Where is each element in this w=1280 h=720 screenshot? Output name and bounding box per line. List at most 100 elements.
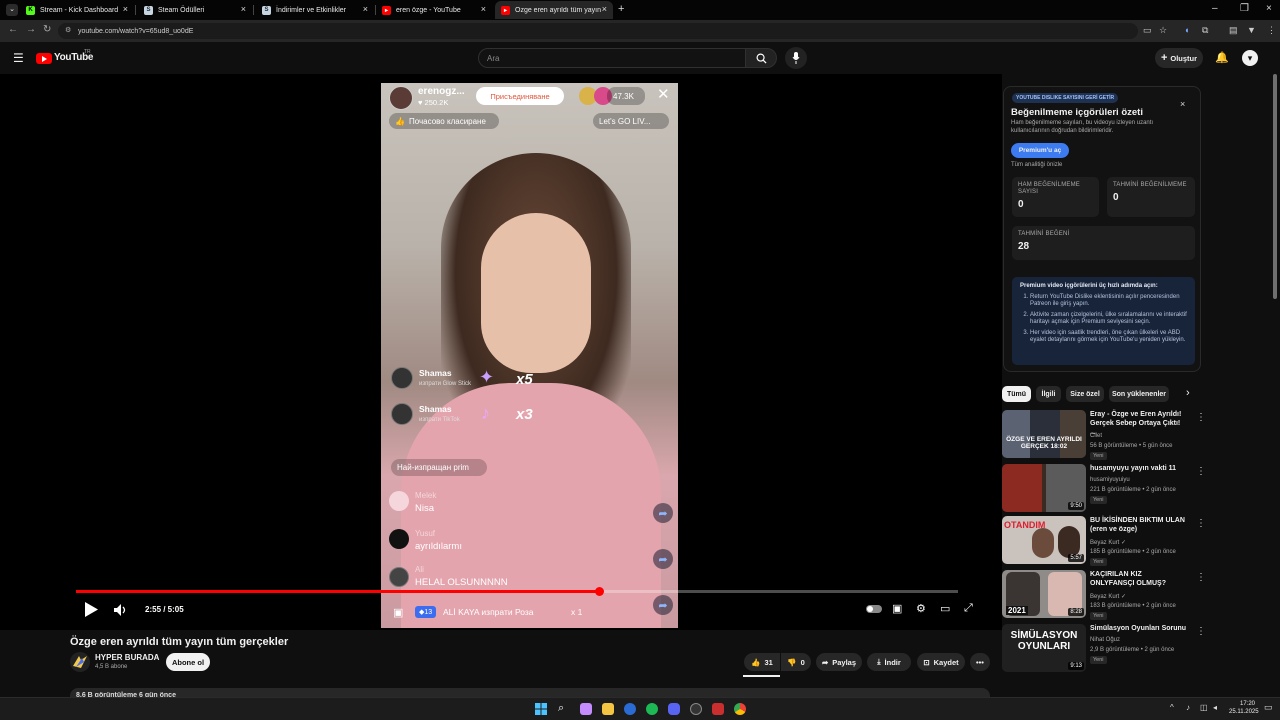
back-icon[interactable]: ← (8, 24, 18, 35)
chrome-icon[interactable] (734, 703, 746, 715)
close-icon[interactable]: × (602, 4, 607, 14)
subscribe-button[interactable]: Abone ol (166, 653, 210, 671)
close-icon[interactable]: × (363, 4, 368, 14)
new-tab-icon[interactable]: + (618, 3, 624, 15)
browser-menu-icon[interactable]: ⋮ (1267, 25, 1276, 36)
spotify-icon[interactable] (646, 703, 658, 715)
recommendation-title[interactable]: Eray - Özge ve Eren Ayrıldı! Gerçek Sebe… (1090, 410, 1188, 437)
fullscreen-icon[interactable]: ⤢ (964, 602, 973, 615)
more-vertical-icon[interactable]: ⋮ (1196, 626, 1206, 637)
play-icon[interactable] (84, 602, 98, 617)
tray-chevron-icon[interactable]: ^ (1170, 703, 1174, 712)
theater-mode-icon[interactable]: ▭ (940, 602, 950, 615)
recommendation-item[interactable]: OTANDIM 5:57 BU İKİSİNDEN BIKTIM ULAN (e… (1002, 516, 1206, 566)
url-field[interactable]: ⚙ youtube.com/watch?v=65ud8_uo0dE (58, 23, 1138, 39)
tab-kick-dashboard[interactable]: K Stream - Kick Dashboard × (20, 1, 134, 19)
network-icon[interactable]: ◫ (1200, 703, 1208, 712)
chevron-right-icon[interactable]: › (1186, 387, 1190, 399)
video-thumbnail[interactable]: OTANDIM 5:57 (1002, 516, 1086, 564)
chip-related[interactable]: İlgili (1036, 386, 1061, 402)
download-button[interactable]: ⤓ İndir (867, 653, 911, 671)
lets-go-badge[interactable]: Let's GO LIV... (593, 113, 669, 129)
top-sender-badge[interactable]: Най-изпращан prim (391, 459, 487, 476)
create-button[interactable]: + Oluştur (1155, 48, 1203, 68)
maximize-icon[interactable]: ❐ (1240, 3, 1249, 14)
preview-analytics-link[interactable]: Tüm analitiği önizle (1011, 162, 1062, 168)
site-info-icon[interactable]: ⚙ (65, 26, 71, 34)
page-scrollbar[interactable] (1273, 74, 1277, 299)
windows-start-icon[interactable] (535, 703, 547, 715)
recommendation-channel[interactable]: Beyaz Kurt ✓ (1090, 539, 1126, 546)
search-input[interactable]: Ara (478, 48, 746, 68)
bookmark-star-icon[interactable]: ☆ (1159, 25, 1167, 36)
video-thumbnail[interactable]: SİMÜLASYON OYUNLARI 9:13 (1002, 624, 1086, 672)
clock-date[interactable]: 25.11.2025 (1229, 709, 1259, 715)
extension-icon[interactable]: ◖ (1184, 25, 1189, 35)
recommendation-channel[interactable]: Cilet (1090, 433, 1102, 439)
calendar-app-icon[interactable] (712, 703, 724, 715)
settings-gear-icon[interactable]: ⚙ (916, 602, 926, 615)
youtube-logo-icon[interactable] (36, 53, 52, 64)
like-button[interactable]: 👍 31 (744, 653, 780, 671)
recommendation-item[interactable]: 2021 8:28 KAÇIRILAN KIZ ONLYFANSÇI OLMUŞ… (1002, 570, 1206, 620)
more-actions-button[interactable]: ••• (970, 653, 990, 671)
notifications-bell-icon[interactable]: 🔔 (1215, 51, 1229, 64)
panel-close-icon[interactable]: × (1180, 99, 1185, 109)
video-frame[interactable]: erenogz... ♥ 250.2K Присъединяване 47.3K… (381, 83, 678, 628)
cast-icon[interactable]: ▭ (1143, 25, 1152, 36)
close-icon[interactable]: × (123, 4, 128, 14)
chip-all[interactable]: Tümü (1002, 386, 1031, 402)
recommendation-item[interactable]: ÖZGE VE EREN AYRILDI GERÇEK 18:02 Eray -… (1002, 410, 1206, 460)
video-player[interactable]: erenogz... ♥ 250.2K Присъединяване 47.3K… (0, 74, 1002, 630)
more-vertical-icon[interactable]: ⋮ (1196, 518, 1206, 529)
share-button[interactable]: ➦ Paylaş (816, 653, 862, 671)
close-icon[interactable]: × (241, 4, 246, 14)
profile-icon[interactable]: ▼ (1247, 25, 1256, 35)
window-close-icon[interactable]: × (1266, 3, 1272, 14)
voice-search-button[interactable] (785, 47, 807, 69)
share-icon[interactable]: ➦ (653, 503, 673, 523)
hamburger-menu-icon[interactable]: ☰ (13, 51, 24, 65)
share-icon[interactable]: ➦ (653, 549, 673, 569)
video-thumbnail[interactable]: 2021 8:28 (1002, 570, 1086, 618)
close-live-icon[interactable]: ✕ (657, 85, 670, 103)
file-explorer-icon[interactable] (602, 703, 614, 715)
chip-recent-uploads[interactable]: Son yüklenenler (1109, 386, 1169, 402)
chip-for-you[interactable]: Size özel (1066, 386, 1104, 402)
channel-name[interactable]: HYPER BURADA (95, 653, 159, 662)
search-button[interactable] (745, 48, 777, 68)
more-vertical-icon[interactable]: ⋮ (1196, 466, 1206, 477)
recommendation-title[interactable]: husamyuyu yayın vakti 11 (1090, 464, 1188, 473)
recommendation-title[interactable]: KAÇIRILAN KIZ ONLYFANSÇI OLMUŞ? (1090, 570, 1188, 588)
forward-icon[interactable]: → (26, 24, 36, 35)
copilot-icon[interactable] (580, 703, 592, 715)
dislike-button[interactable]: 👎 0 (781, 653, 811, 671)
recommendation-channel[interactable]: Beyaz Kurt ✓ (1090, 593, 1126, 600)
recommendation-channel[interactable]: Nihat Oğuz (1090, 637, 1120, 643)
streamer-name[interactable]: erenogz... (418, 86, 465, 97)
reload-icon[interactable]: ↻ (43, 24, 51, 35)
save-button[interactable]: ⊡ Kaydet (917, 653, 965, 671)
discord-icon[interactable] (668, 703, 680, 715)
recommendation-title[interactable]: BU İKİSİNDEN BIKTIM ULAN (eren ve özge) (1090, 516, 1188, 534)
more-vertical-icon[interactable]: ⋮ (1196, 572, 1206, 583)
video-thumbnail[interactable]: ÖZGE VE EREN AYRILDI GERÇEK 18:02 (1002, 410, 1086, 458)
tab-steam-rewards[interactable]: S Steam Ödülleri × (138, 1, 252, 19)
channel-avatar[interactable] (70, 652, 90, 672)
subtitles-icon[interactable]: ▣ (892, 602, 902, 615)
extensions-puzzle-icon[interactable]: ⧉ (1202, 25, 1208, 36)
streamer-avatar[interactable] (389, 86, 413, 110)
autoplay-toggle[interactable] (866, 605, 882, 613)
tab-youtube-search[interactable]: ▸ eren özge - YouTube × (376, 1, 492, 19)
account-avatar[interactable]: ▾ (1242, 50, 1258, 66)
minimize-icon[interactable]: – (1212, 3, 1218, 14)
share-icon[interactable]: ➦ (653, 595, 673, 615)
speaker-icon[interactable]: ◂ (1213, 703, 1217, 712)
sidebar-icon[interactable]: ▤ (1229, 25, 1238, 36)
progress-bar[interactable] (76, 587, 958, 596)
obs-icon[interactable] (690, 703, 702, 715)
steam-taskbar-icon[interactable] (624, 703, 636, 715)
tab-search-icon[interactable]: ⌄ (6, 4, 18, 16)
premium-button[interactable]: Premium'u aç (1011, 143, 1069, 158)
microphone-tray-icon[interactable]: ♪ (1186, 703, 1190, 712)
